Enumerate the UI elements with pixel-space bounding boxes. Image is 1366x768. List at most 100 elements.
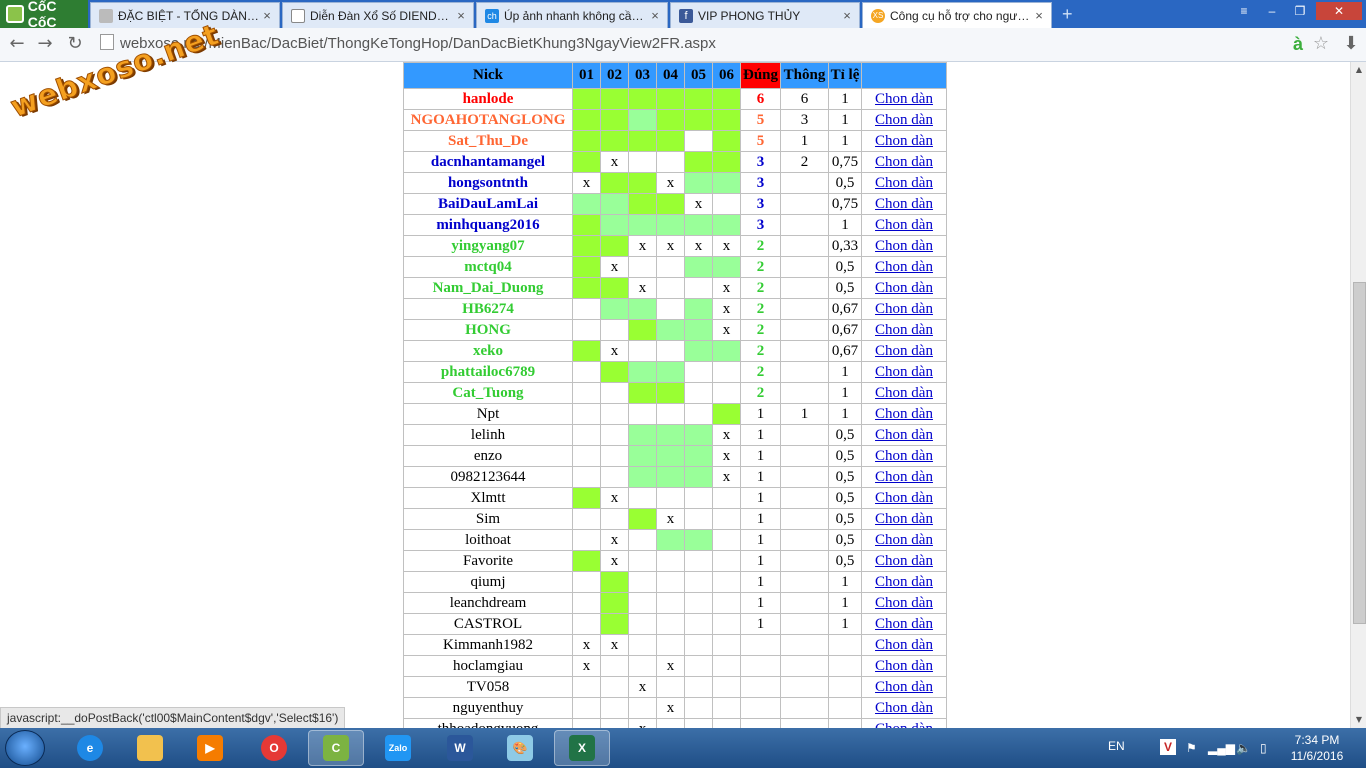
chon-dan-link[interactable]: Chon dàn	[875, 721, 933, 728]
close-icon[interactable]: ×	[1032, 8, 1046, 23]
chon-dan-link[interactable]: Chon dàn	[875, 679, 933, 695]
chon-dan-link[interactable]: Chon dàn	[875, 553, 933, 569]
volume-icon[interactable]: 🔈	[1236, 728, 1251, 768]
tab-up-anh[interactable]: ch Úp ảnh nhanh không cần đăng ký ×	[476, 2, 668, 28]
close-icon[interactable]: ×	[260, 8, 274, 23]
chon-dan-link[interactable]: Chon dàn	[875, 133, 933, 149]
minimize-icon[interactable]: –	[1260, 2, 1284, 20]
new-tab-icon[interactable]: +	[1062, 5, 1078, 23]
day-cell	[600, 445, 629, 467]
tab-vip-phong-thuy[interactable]: f VIP PHONG THỦY ×	[670, 2, 860, 28]
taskbar-media-player[interactable]: ▶	[182, 730, 238, 766]
table-row: NGOAHOTANGLONG 5 3 1 Chon dàn	[403, 109, 947, 131]
bookmark-star-icon[interactable]: ☆	[1310, 33, 1332, 55]
day-cell	[712, 403, 741, 425]
chon-dan-link[interactable]: Chon dàn	[875, 112, 933, 128]
chon-dan-link[interactable]: Chon dàn	[875, 511, 933, 527]
flag-icon[interactable]: ⚑	[1186, 728, 1197, 768]
taskbar-explorer[interactable]	[122, 730, 178, 766]
browser-brand: CốC CốC	[27, 0, 57, 30]
chon-dan-link[interactable]: Chon dàn	[875, 259, 933, 275]
chon-dan-link[interactable]: Chon dàn	[875, 616, 933, 632]
vertical-scrollbar[interactable]: ▲ ▼	[1350, 62, 1366, 728]
menu-icon[interactable]: ≡	[1232, 2, 1256, 20]
chon-dan-link[interactable]: Chon dàn	[875, 322, 933, 338]
day-cell: x	[684, 193, 713, 215]
tab-dac-biet[interactable]: ĐẶC BIỆT - TỔNG DÀN ĐẶC BIỆT ×	[90, 2, 280, 28]
maximize-icon[interactable]: ❐	[1288, 2, 1312, 20]
taskbar-excel[interactable]: X	[554, 730, 610, 766]
day-cell	[656, 88, 685, 110]
day-cell	[656, 487, 685, 509]
day-cell	[628, 697, 657, 719]
chon-dan-link[interactable]: Chon dàn	[875, 301, 933, 317]
tab-dien-dan[interactable]: Diễn Đàn Xổ Số DIENDANXOSO ×	[282, 2, 474, 28]
chon-dan-link[interactable]: Chon dàn	[875, 280, 933, 296]
url-field[interactable]: webxoso.net/MienBac/DacBiet/ThongKeTongH…	[96, 31, 1276, 57]
day-cell	[628, 445, 657, 467]
chon-dan-link[interactable]: Chon dàn	[875, 91, 933, 107]
tile-cell: 1	[828, 88, 862, 110]
forward-icon[interactable]: →	[34, 33, 56, 55]
translate-icon[interactable]: à	[1287, 33, 1309, 55]
chon-dan-link[interactable]: Chon dàn	[875, 154, 933, 170]
browser-logo[interactable]: CốC CốC	[0, 0, 88, 30]
taskbar-opera[interactable]: O	[246, 730, 302, 766]
chon-dan-link[interactable]: Chon dàn	[875, 469, 933, 485]
chon-dan-link[interactable]: Chon dàn	[875, 700, 933, 716]
chon-dan-link[interactable]: Chon dàn	[875, 364, 933, 380]
day-cell	[628, 424, 657, 446]
reload-icon[interactable]: ↻	[64, 33, 86, 55]
scrollbar-thumb[interactable]	[1353, 282, 1366, 624]
window-close-icon[interactable]: ✕	[1316, 2, 1362, 20]
action-cell: Chon dàn	[861, 340, 947, 362]
chon-dan-link[interactable]: Chon dàn	[875, 595, 933, 611]
day-cell	[600, 130, 629, 152]
day-cell	[628, 382, 657, 404]
tile-cell: 0,5	[828, 424, 862, 446]
language-indicator[interactable]: EN	[1108, 728, 1125, 768]
chon-dan-link[interactable]: Chon dàn	[875, 448, 933, 464]
taskbar-coccoc[interactable]: C	[308, 730, 364, 766]
chon-dan-link[interactable]: Chon dàn	[875, 658, 933, 674]
scroll-up-icon[interactable]: ▲	[1351, 62, 1366, 78]
chon-dan-link[interactable]: Chon dàn	[875, 217, 933, 233]
day-cell	[712, 592, 741, 614]
chon-dan-link[interactable]: Chon dàn	[875, 196, 933, 212]
tab-cong-cu[interactable]: XS Công cụ hỗ trợ cho người chơi ×	[862, 2, 1052, 28]
chon-dan-link[interactable]: Chon dàn	[875, 637, 933, 653]
start-button[interactable]	[5, 730, 45, 766]
back-icon[interactable]: ←	[6, 33, 28, 55]
day-cell	[684, 550, 713, 572]
chon-dan-link[interactable]: Chon dàn	[875, 175, 933, 191]
table-row: Nam_Dai_Duong x x 2 0,5 Chon dàn	[403, 277, 947, 299]
chon-dan-link[interactable]: Chon dàn	[875, 574, 933, 590]
chon-dan-link[interactable]: Chon dàn	[875, 385, 933, 401]
day-cell	[628, 550, 657, 572]
taskbar-word[interactable]: W	[432, 730, 488, 766]
scroll-down-icon[interactable]: ▼	[1351, 712, 1366, 728]
system-clock[interactable]: 7:34 PM 11/6/2016	[1282, 732, 1352, 764]
close-icon[interactable]: ×	[648, 8, 662, 23]
chon-dan-link[interactable]: Chon dàn	[875, 532, 933, 548]
chon-dan-link[interactable]: Chon dàn	[875, 427, 933, 443]
taskbar-paint[interactable]: 🎨	[492, 730, 548, 766]
action-cell: Chon dàn	[861, 151, 947, 173]
close-icon[interactable]: ×	[840, 8, 854, 23]
close-icon[interactable]: ×	[454, 8, 468, 23]
chon-dan-link[interactable]: Chon dàn	[875, 343, 933, 359]
day-cell	[628, 340, 657, 362]
day-cell	[628, 193, 657, 215]
day-cell	[656, 424, 685, 446]
battery-icon[interactable]: ▯	[1260, 728, 1267, 768]
dung-cell: 2	[740, 235, 781, 257]
unikey-icon[interactable]: V	[1160, 739, 1176, 755]
chon-dan-link[interactable]: Chon dàn	[875, 406, 933, 422]
taskbar-zalo[interactable]: Zalo	[370, 730, 426, 766]
day-cell	[656, 403, 685, 425]
chon-dan-link[interactable]: Chon dàn	[875, 490, 933, 506]
taskbar-ie[interactable]: e	[62, 730, 118, 766]
chon-dan-link[interactable]: Chon dàn	[875, 238, 933, 254]
signal-icon[interactable]: ▂▄▆	[1208, 728, 1235, 768]
download-icon[interactable]: ⬇	[1340, 33, 1362, 55]
